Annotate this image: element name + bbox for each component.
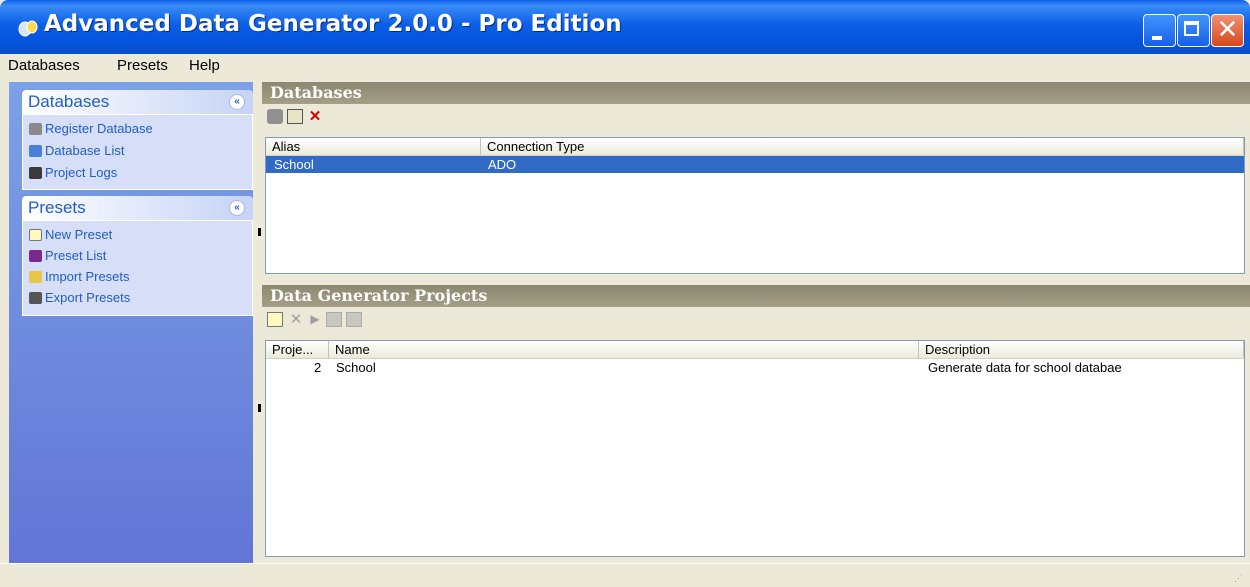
- column-header-description[interactable]: Description: [919, 341, 1244, 358]
- project-logs-icon: [29, 167, 42, 179]
- menu-help[interactable]: Help: [189, 57, 220, 74]
- splitter[interactable]: [253, 82, 262, 563]
- projects-section-header: Data Generator Projects: [262, 285, 1250, 307]
- project-description-cell: Generate data for school databae: [928, 360, 1122, 375]
- column-header-alias[interactable]: Alias: [266, 138, 481, 155]
- databases-toolbar: ✕: [262, 104, 1250, 130]
- database-list-icon: [29, 145, 42, 157]
- register-database-icon: [29, 123, 42, 135]
- sidebar-item-new-preset[interactable]: New Preset: [29, 227, 112, 242]
- projects-section-title: Data Generator Projects: [270, 286, 488, 305]
- presets-panel-body: New Preset Preset List Import Presets Ex…: [22, 220, 253, 316]
- projects-list[interactable]: Proje... Name Description 2 School Gener…: [265, 340, 1245, 557]
- sidebar-item-label: Database List: [45, 143, 125, 158]
- sidebar-item-label: Import Presets: [45, 269, 130, 284]
- sidebar-item-label: Register Database: [45, 121, 153, 136]
- close-icon: ✕: [1216, 15, 1239, 45]
- collapse-left-icon[interactable]: [258, 404, 261, 412]
- maximize-button[interactable]: [1177, 14, 1210, 47]
- status-bar: ⋰: [0, 563, 1250, 587]
- column-header-project-id[interactable]: Proje...: [266, 341, 329, 358]
- databases-section-header: Databases: [262, 82, 1250, 104]
- sidebar-item-database-list[interactable]: Database List: [29, 143, 125, 158]
- presets-panel-header[interactable]: Presets «: [22, 196, 253, 220]
- edit-icon[interactable]: [287, 109, 303, 124]
- delete-icon[interactable]: ✕: [307, 109, 323, 124]
- sidebar-item-label: Project Logs: [45, 165, 118, 180]
- run-icon[interactable]: ▶: [307, 312, 323, 327]
- delete-icon[interactable]: ✕: [288, 312, 304, 327]
- connection-type-cell: ADO: [488, 157, 517, 172]
- new-icon[interactable]: [267, 312, 283, 327]
- app-icon: [18, 20, 38, 37]
- column-header-name[interactable]: Name: [329, 341, 919, 358]
- sidebar-item-project-logs[interactable]: Project Logs: [29, 165, 117, 180]
- collapse-presets-icon[interactable]: «: [229, 200, 245, 216]
- projects-toolbar: ✕ ▶: [262, 307, 1250, 333]
- menu-presets[interactable]: Presets: [117, 57, 168, 74]
- sidebar-item-import-presets[interactable]: Import Presets: [29, 269, 130, 284]
- table-row[interactable]: School ADO: [266, 156, 1244, 173]
- project-id-cell: 2: [314, 360, 322, 375]
- register-icon[interactable]: [267, 109, 283, 124]
- resize-grip-icon[interactable]: ⋰: [1234, 573, 1244, 583]
- preset-list-icon: [29, 250, 42, 262]
- menu-bar: Databases Presets Help: [0, 54, 1250, 78]
- databases-panel-title: Databases: [28, 92, 110, 111]
- databases-panel-header[interactable]: Databases «: [22, 90, 253, 114]
- table-row[interactable]: 2 School Generate data for school databa…: [266, 359, 1244, 376]
- minimize-button[interactable]: [1143, 14, 1176, 47]
- sidebar-item-preset-list[interactable]: Preset List: [29, 248, 106, 263]
- project-name-cell: School: [336, 360, 376, 375]
- sidebar-item-label: Preset List: [45, 248, 107, 263]
- sidebar-item-label: Export Presets: [45, 290, 131, 305]
- sidebar-item-label: New Preset: [45, 227, 113, 242]
- alias-cell: School: [274, 157, 314, 172]
- copy-icon[interactable]: [346, 312, 362, 327]
- new-preset-icon: [29, 229, 42, 241]
- sidebar-item-export-presets[interactable]: Export Presets: [29, 290, 130, 305]
- close-button[interactable]: ✕: [1211, 14, 1244, 47]
- window-title: Advanced Data Generator 2.0.0 - Pro Edit…: [44, 11, 622, 37]
- column-header-connection-type[interactable]: Connection Type: [481, 138, 1244, 155]
- edit-icon[interactable]: [326, 312, 342, 327]
- export-presets-icon: [29, 292, 42, 304]
- databases-section-title: Databases: [270, 83, 362, 102]
- import-presets-icon: [29, 271, 42, 283]
- menu-databases[interactable]: Databases: [8, 57, 80, 74]
- databases-list[interactable]: Alias Connection Type School ADO: [265, 137, 1245, 274]
- databases-panel-body: Register Database Database List Project …: [22, 114, 253, 190]
- sidebar-item-register-database[interactable]: Register Database: [29, 121, 153, 136]
- collapse-left-icon[interactable]: [258, 228, 261, 236]
- collapse-databases-icon[interactable]: «: [229, 94, 245, 110]
- title-bar[interactable]: Advanced Data Generator 2.0.0 - Pro Edit…: [0, 0, 1250, 54]
- presets-panel-title: Presets: [28, 198, 86, 217]
- task-sidebar: Databases « Register Database Database L…: [9, 82, 253, 563]
